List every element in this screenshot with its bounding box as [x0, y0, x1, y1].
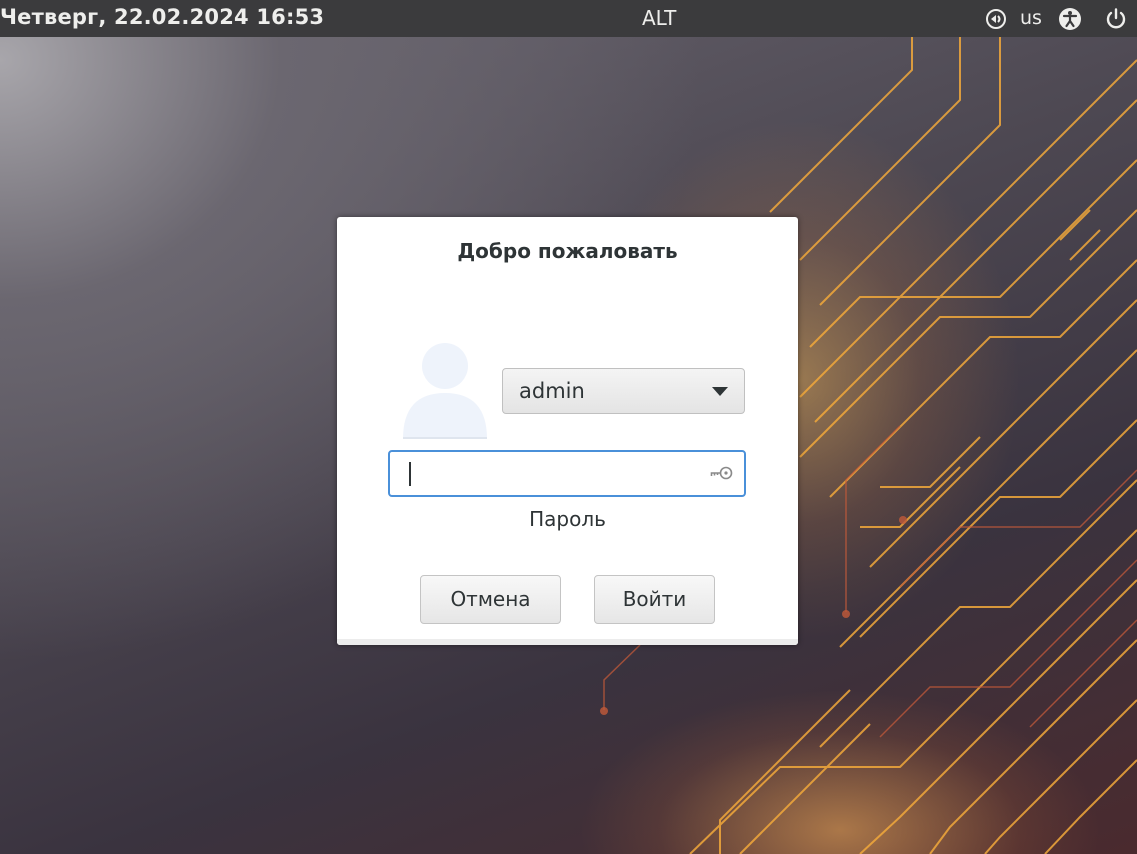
display-icon[interactable]: [984, 7, 1008, 31]
keyboard-layout-indicator[interactable]: us: [1020, 7, 1042, 29]
key-icon: [710, 466, 733, 480]
host-label: ALT: [642, 6, 677, 30]
power-icon[interactable]: [1104, 7, 1128, 31]
user-select-dropdown[interactable]: admin: [502, 368, 745, 414]
dialog-footer: [337, 639, 798, 645]
password-label: Пароль: [529, 507, 606, 531]
login-screen: Четверг, 22.02.2024 16:53 ALT us Добро п…: [0, 0, 1137, 854]
login-dialog: Добро пожаловать admin Пароль Отмена Вой…: [337, 217, 798, 645]
chevron-down-icon: [712, 387, 728, 396]
password-input[interactable]: [388, 450, 746, 497]
clock[interactable]: Четверг, 22.02.2024 16:53: [0, 5, 324, 29]
user-select-value: admin: [519, 379, 585, 403]
accessibility-icon[interactable]: [1058, 7, 1082, 31]
dialog-title: Добро пожаловать: [457, 239, 678, 263]
user-avatar-icon: [403, 343, 487, 439]
text-caret: [409, 462, 411, 486]
top-panel: Четверг, 22.02.2024 16:53 ALT us: [0, 0, 1137, 37]
cancel-button[interactable]: Отмена: [420, 575, 561, 624]
login-button[interactable]: Войти: [594, 575, 715, 624]
